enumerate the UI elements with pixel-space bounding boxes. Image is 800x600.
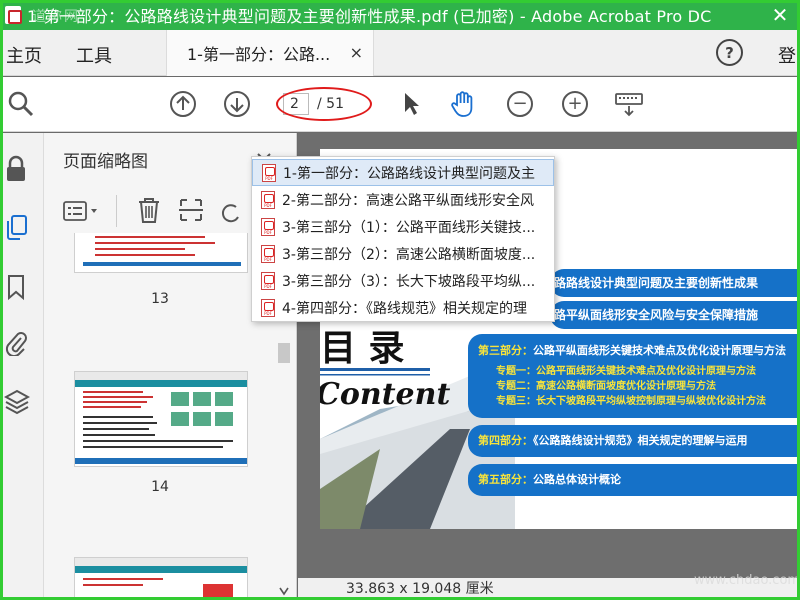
dropdown-item-label: 3-第三部分（3）：长大下坡路段平均纵... xyxy=(282,273,536,290)
section-5-text: 公路总体设计概论 xyxy=(533,473,621,486)
left-icon-rail xyxy=(0,133,44,600)
topic-3-text: 长大下坡路段平均纵坡控制原理与纵坡优化设计方法 xyxy=(536,396,766,407)
topic-3: 专题三：长大下坡路段平均纵坡控制原理与纵坡优化设计方法 xyxy=(478,392,800,407)
dropdown-item-label: 1-第一部分：公路路线设计典型问题及主 xyxy=(283,165,535,182)
topic-3-label: 专题三： xyxy=(496,396,536,407)
dropdown-item-label: 3-第三部分（1）：公路平面线形关键技... xyxy=(282,219,536,236)
menu-home[interactable]: 主页 xyxy=(6,42,42,68)
dropdown-item-6[interactable]: 4-第四部分：《路线规范》相关规定的理 xyxy=(252,294,554,321)
section-4-text: 《公路路线设计规范》相关规定的理解与运用 xyxy=(533,434,748,447)
dropdown-item-4[interactable]: 3-第三部分（2）：高速公路横断面坡度... xyxy=(252,240,554,267)
zoom-search-icon[interactable] xyxy=(6,89,36,119)
page-up-icon[interactable] xyxy=(168,89,198,119)
section-pill-4: 第四部分：《公路路线设计规范》相关规定的理解与运用 xyxy=(468,425,800,457)
extract-pages-icon[interactable] xyxy=(178,196,204,224)
window-title: 1-第一部分：公路路线设计典型问题及主要创新性成果.pdf (已加密) - Ad… xyxy=(27,7,712,26)
dropdown-item-label: 3-第三部分（2）：高速公路横断面坡度... xyxy=(282,246,536,263)
toolbar: 2 / 51 − + xyxy=(0,77,800,132)
pdf-file-icon xyxy=(261,217,275,236)
tab-bar: 主页 工具 1-第一部分：公路... × ? 登 xyxy=(0,30,800,76)
tab-close-icon[interactable]: × xyxy=(350,43,363,62)
title-bar: 1-第一部分：公路路线设计典型问题及主要创新性成果.pdf (已加密) - Ad… xyxy=(0,0,800,30)
attachment-icon[interactable] xyxy=(4,328,28,358)
section-pill-5: 第五部分：公路总体设计概论 xyxy=(468,464,800,496)
zoom-out-icon[interactable]: − xyxy=(505,89,535,119)
page-size-label: 33.863 x 19.048 厘米 xyxy=(346,581,494,597)
topic-1-label: 专题一： xyxy=(496,366,536,377)
window-controls: ✕ xyxy=(764,0,796,30)
menu-tools[interactable]: 工具 xyxy=(76,42,112,68)
thumbnail-options-button[interactable] xyxy=(62,199,100,223)
keyboard-tool-icon[interactable] xyxy=(614,89,644,119)
topic-2-text: 高速公路横断面坡度优化设计原理与方法 xyxy=(536,381,716,392)
section-pill-2: 路平纵面线形安全风险与安全保障措施 xyxy=(550,301,800,329)
page-number-annotation-oval xyxy=(276,87,372,121)
bookmark-icon[interactable] xyxy=(4,273,28,301)
tools-divider xyxy=(116,195,117,227)
pdf-file-icon xyxy=(261,244,275,263)
pdf-file-icon xyxy=(261,190,275,209)
dropdown-item-label: 2-第二部分：高速公路平纵面线形安全风 xyxy=(282,192,534,209)
tab-document-label: 1-第一部分：公路... xyxy=(187,45,331,64)
trash-icon[interactable] xyxy=(136,196,162,224)
pdf-file-icon xyxy=(262,163,276,182)
help-icon[interactable]: ? xyxy=(716,39,743,66)
rotate-icon[interactable] xyxy=(220,197,242,223)
thumbnail-page-15[interactable] xyxy=(74,557,248,600)
thumbnail-list[interactable]: 13 14 xyxy=(44,233,274,600)
window-close-button[interactable]: ✕ xyxy=(764,0,796,30)
section-3-text: 公路平纵面线形关键技术难点及优化设计原理与方法 xyxy=(533,344,786,357)
zoom-out-glyph: − xyxy=(507,91,533,117)
acrobat-app-icon xyxy=(5,6,22,24)
lock-icon[interactable] xyxy=(4,155,28,181)
pdf-file-icon xyxy=(261,271,275,290)
dropdown-item-1[interactable]: 1-第一部分：公路路线设计典型问题及主 xyxy=(252,159,554,186)
pdf-file-icon xyxy=(261,298,275,317)
watermark-bottom-right: www.chdao.com xyxy=(694,573,800,588)
hand-tool-icon[interactable] xyxy=(449,89,479,119)
topic-2: 专题二：高速公路横断面坡度优化设计原理与方法 xyxy=(478,377,800,392)
contents-subheading: Content xyxy=(320,377,451,412)
topic-1: 专题一：公路平面线形关键技术难点及优化设计原理与方法 xyxy=(478,362,800,377)
thumbnail-label-13: 13 xyxy=(151,291,169,307)
thumbnail-page-13[interactable] xyxy=(74,233,248,273)
dropdown-item-label: 4-第四部分：《路线规范》相关规定的理 xyxy=(282,300,527,317)
watermark-top-left: 道称网 xyxy=(32,9,80,25)
page-down-icon[interactable] xyxy=(222,89,252,119)
section-5-label: 第五部分： xyxy=(478,473,533,486)
dropdown-item-3[interactable]: 3-第三部分（1）：公路平面线形关键技... xyxy=(252,213,554,240)
topic-2-label: 专题二： xyxy=(496,381,536,392)
pages-icon[interactable] xyxy=(4,213,28,240)
zoom-in-icon[interactable]: + xyxy=(560,89,590,119)
section-pill-3-header: 第三部分：公路平纵面线形关键技术难点及优化设计原理与方法 xyxy=(478,342,800,358)
section-pill-3: 第三部分：公路平纵面线形关键技术难点及优化设计原理与方法 专题一：公路平面线形关… xyxy=(468,334,800,418)
thumbnail-page-14[interactable] xyxy=(74,371,248,467)
dropdown-item-5[interactable]: 3-第三部分（3）：长大下坡路段平均纵... xyxy=(252,267,554,294)
dropdown-item-2[interactable]: 2-第二部分：高速公路平纵面线形安全风 xyxy=(252,186,554,213)
tab-document[interactable]: 1-第一部分：公路... × xyxy=(166,30,374,76)
section-3-label: 第三部分： xyxy=(478,344,533,357)
thumbnail-label-14: 14 xyxy=(151,479,169,495)
topic-1-text: 公路平面线形关键技术难点及优化设计原理与方法 xyxy=(536,366,756,377)
layers-icon[interactable] xyxy=(3,388,31,415)
open-documents-dropdown[interactable]: 1-第一部分：公路路线设计典型问题及主 2-第二部分：高速公路平纵面线形安全风 … xyxy=(251,156,555,322)
section-pill-1: 路路线设计典型问题及主要创新性成果 xyxy=(550,269,800,297)
zoom-in-glyph: + xyxy=(562,91,588,117)
panel-title: 页面缩略图 xyxy=(63,152,148,172)
section-4-label: 第四部分： xyxy=(478,434,533,447)
contents-heading: 目 录 xyxy=(320,327,405,369)
sign-in-button[interactable]: 登 xyxy=(778,42,796,68)
select-arrow-icon[interactable] xyxy=(396,89,426,119)
